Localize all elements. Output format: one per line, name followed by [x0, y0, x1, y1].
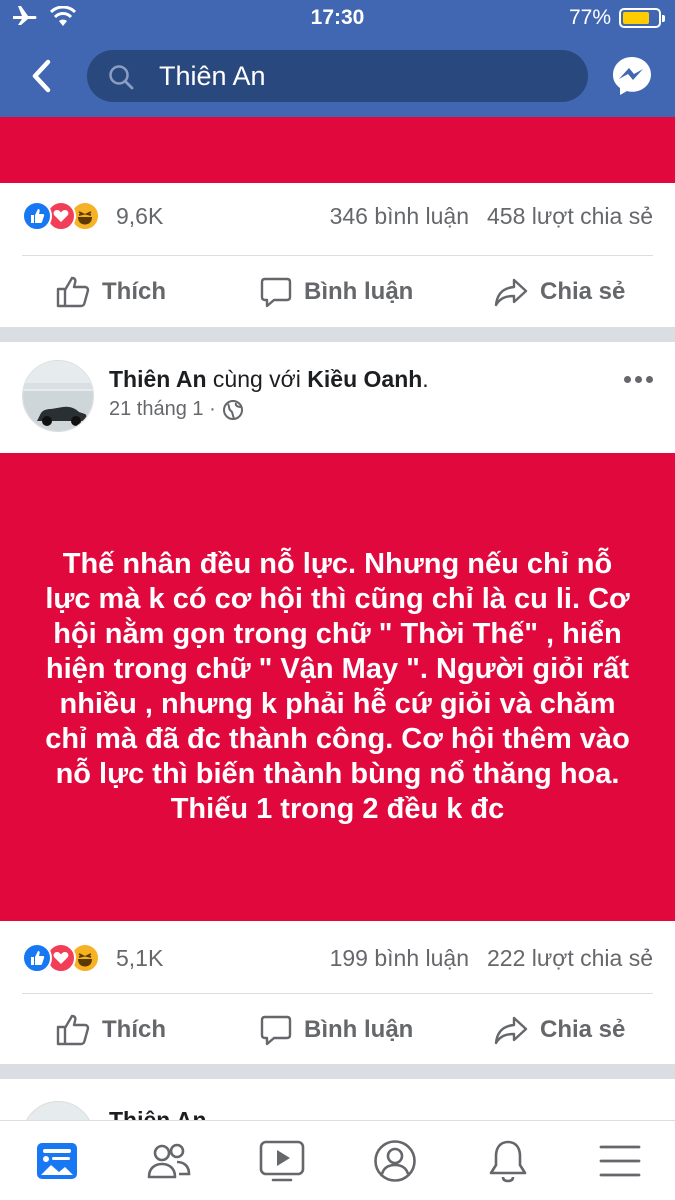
share-label: Chia sẻ [540, 278, 626, 305]
share-count[interactable]: 458 lượt chia sẻ [487, 203, 653, 230]
like-button[interactable]: Thích [56, 995, 166, 1065]
tagged-name[interactable]: Kiều Oanh [307, 366, 422, 392]
share-label: Chia sẻ [540, 1016, 626, 1043]
comment-button[interactable]: Bình luận [260, 257, 413, 327]
divider [22, 255, 653, 256]
post-1-actions: Thích Bình luận Chia sẻ [0, 257, 675, 327]
like-reaction-icon [22, 201, 52, 231]
post-text: Thế nhân đều nỗ lực. Nhưng nếu chỉ nỗ lự… [45, 548, 630, 825]
share-count[interactable]: 222 lượt chia sẻ [487, 945, 653, 972]
share-icon [494, 1016, 528, 1045]
comment-count[interactable]: 346 bình luận [330, 203, 469, 230]
with-word: cùng với [206, 366, 308, 392]
post-2-actions: Thích Bình luận Chia sẻ [0, 995, 675, 1065]
reaction-icons [22, 943, 112, 975]
tab-watch[interactable] [258, 1137, 306, 1185]
more-options-button[interactable] [624, 376, 653, 383]
post-1-engagement: 346 bình luận 458 lượt chia sẻ [330, 203, 653, 230]
battery-icon [619, 8, 665, 28]
reaction-count: 9,6K [116, 203, 164, 229]
screen: 17:30 77% Thiên An 9,6K 346 bình luận 45… [0, 0, 675, 1200]
like-reaction-icon [22, 943, 52, 973]
messenger-button[interactable] [610, 54, 654, 98]
comment-count[interactable]: 199 bình luận [330, 945, 469, 972]
battery-fill [623, 12, 650, 24]
share-button[interactable]: Chia sẻ [494, 995, 625, 1065]
messenger-icon [613, 57, 651, 95]
menu-icon [599, 1145, 641, 1177]
back-icon [32, 59, 51, 93]
post-2-background: Thế nhân đều nỗ lực. Nhưng nếu chỉ nỗ lự… [0, 453, 675, 921]
post-1-stats[interactable]: 9,6K 346 bình luận 458 lượt chia sẻ [0, 183, 675, 249]
search-bar[interactable]: Thiên An [87, 50, 588, 102]
search-icon [107, 63, 135, 96]
reaction-count: 5,1K [116, 945, 164, 971]
like-icon [56, 276, 90, 308]
like-label: Thích [102, 1016, 166, 1043]
comment-icon [260, 277, 292, 308]
tab-menu[interactable] [596, 1137, 644, 1185]
battery-percent: 77% [568, 6, 611, 29]
post-date[interactable]: 21 tháng 1 · [109, 398, 216, 421]
post-2-stats[interactable]: 5,1K 199 bình luận 222 lượt chia sẻ [0, 925, 675, 991]
share-button[interactable]: Chia sẻ [494, 257, 625, 327]
friends-icon [147, 1143, 191, 1179]
avatar[interactable] [22, 360, 94, 432]
profile-icon [374, 1140, 416, 1182]
share-icon [494, 278, 528, 307]
tagged-suffix: . [422, 366, 429, 392]
author-name[interactable]: Thiên An [109, 366, 207, 392]
post-author-line: Thiên An cùng với Kiều Oanh. [109, 366, 429, 393]
watch-icon [259, 1140, 305, 1182]
like-button[interactable]: Thích [56, 257, 166, 327]
back-button[interactable] [28, 58, 58, 94]
tab-friends[interactable] [145, 1137, 193, 1185]
top-bar: 17:30 77% Thiên An [0, 0, 675, 117]
comment-icon [260, 1015, 292, 1046]
reaction-icons [22, 201, 112, 233]
search-query: Thiên An [159, 61, 266, 91]
tab-profile[interactable] [371, 1137, 419, 1185]
bottom-navigation [0, 1120, 675, 1200]
status-right: 77% [568, 6, 665, 30]
post-card-1: 9,6K 346 bình luận 458 lượt chia sẻ Thíc… [0, 117, 675, 327]
like-icon [56, 1014, 90, 1046]
bell-icon [489, 1140, 527, 1183]
news-feed-icon [37, 1143, 77, 1179]
post-1-background [0, 117, 675, 183]
divider [22, 993, 653, 994]
post-meta: 21 tháng 1 · [109, 398, 244, 421]
comment-label: Bình luận [304, 278, 414, 305]
comment-button[interactable]: Bình luận [260, 995, 413, 1065]
tab-notifications[interactable] [484, 1137, 532, 1185]
comment-label: Bình luận [304, 1016, 414, 1043]
tab-news-feed[interactable] [33, 1137, 81, 1185]
globe-icon [222, 399, 243, 420]
post-2-header: Thiên An cùng với Kiều Oanh. 21 tháng 1 … [0, 342, 675, 452]
post-2-engagement: 199 bình luận 222 lượt chia sẻ [330, 945, 653, 972]
like-label: Thích [102, 278, 166, 305]
post-card-2: Thiên An cùng với Kiều Oanh. 21 tháng 1 … [0, 342, 675, 1064]
status-bar: 17:30 77% [0, 0, 675, 38]
